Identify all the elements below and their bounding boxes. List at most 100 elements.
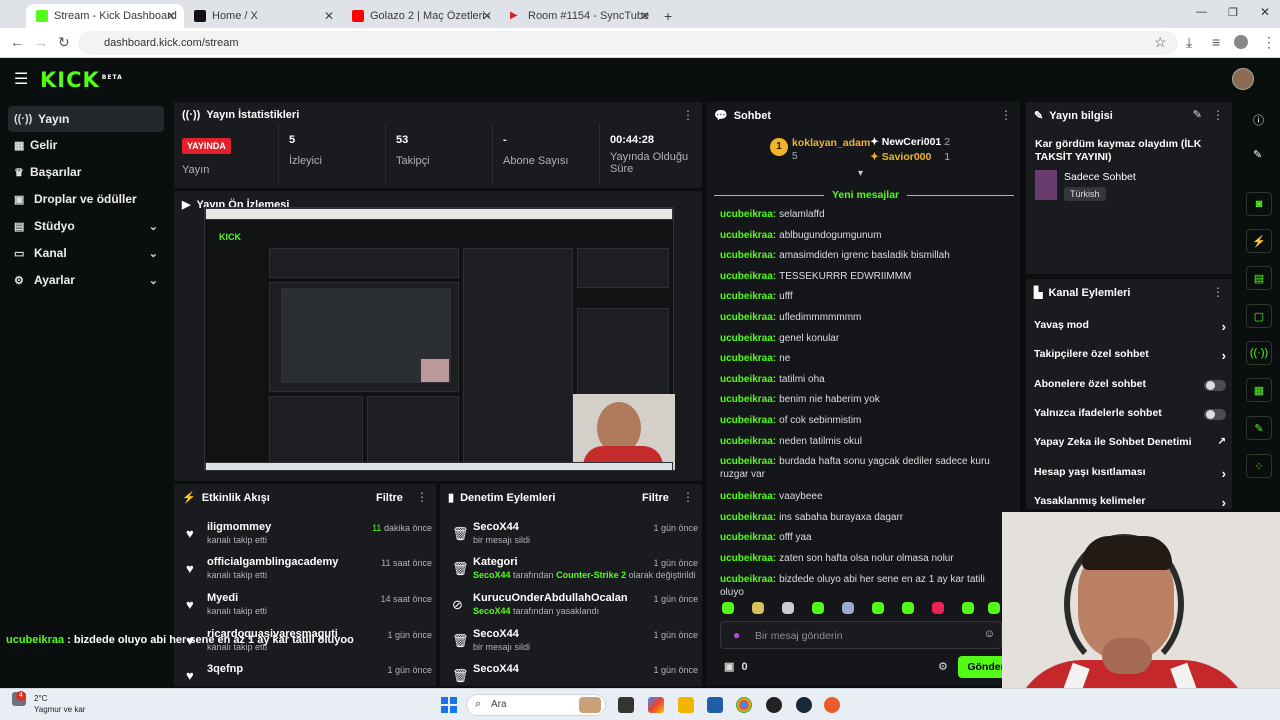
chat-message[interactable]: ucubeikraa: offf yaa (720, 531, 1000, 544)
user-avatar[interactable] (1232, 68, 1254, 90)
info-icon[interactable]: ⓘ (1253, 112, 1264, 128)
chat-username[interactable]: ucubeikraa: (720, 250, 776, 261)
channel-action-followers-only[interactable]: Takipçilere özel sohbet › (1034, 348, 1226, 368)
kick-logo[interactable]: KICK BETA (40, 68, 123, 92)
browser-tab-synctube[interactable]: ▶ Room #1154 - SyncTube ✕ (500, 4, 658, 28)
more-menu-icon[interactable]: ⋮ (416, 490, 428, 504)
back-icon[interactable]: ← (10, 34, 24, 50)
chat-username[interactable]: ucubeikraa: (720, 394, 776, 405)
new-tab-button[interactable]: + (660, 4, 682, 28)
close-icon[interactable]: ✕ (324, 9, 334, 23)
chat-message[interactable]: ucubeikraa: ufledimmmmmmm (720, 311, 1000, 324)
chat-username[interactable]: ucubeikraa: (720, 436, 776, 447)
leaderboard-entry[interactable]: ✦ NewCeri001 2 (870, 136, 950, 148)
chat-username[interactable]: ucubeikraa: (720, 415, 776, 426)
chat-username[interactable]: ucubeikraa: (720, 456, 776, 467)
list-item[interactable]: 🗑 Kategori SecoX44 tarafından Counter-St… (448, 555, 698, 589)
pin-icon[interactable]: ▾ (858, 168, 863, 179)
rail-layout-button[interactable]: ▦ (1246, 378, 1272, 402)
emote-icon[interactable] (932, 602, 944, 614)
channel-action-banned-words[interactable]: Yasaklanmış kelimeler › (1034, 495, 1226, 509)
emote-icon[interactable] (902, 602, 914, 614)
more-menu-icon[interactable]: ⋮ (1212, 285, 1224, 299)
chat-username[interactable]: ucubeikraa: (720, 291, 776, 302)
leaderboard-entry[interactable]: ✦ Savior000 1 (870, 151, 950, 163)
chat-message[interactable]: ucubeikraa: neden tatilmis okul (720, 435, 1000, 448)
chrome-icon[interactable] (736, 697, 752, 713)
close-icon[interactable]: ✕ (640, 9, 650, 23)
list-item[interactable]: ♥ iligmommey kanalı takip etti 11 dakika… (182, 520, 432, 554)
browser-tab-x[interactable]: Home / X ✕ (184, 4, 342, 28)
chat-username[interactable]: ucubeikraa: (720, 271, 776, 282)
chat-message[interactable]: ucubeikraa: ablbugundogumgunum (720, 229, 1000, 242)
emote-icon[interactable] (842, 602, 854, 614)
emoji-icon[interactable]: ☺ (984, 628, 995, 640)
channel-action-emotes-only[interactable]: Yalnızca ifadelerle sohbet (1034, 407, 1226, 427)
chat-input[interactable]: ● Bir mesaj gönderin ☺ (720, 621, 1002, 649)
sidebar-item-basarilar[interactable]: ♛ Başarılar (8, 159, 164, 185)
emote-icon[interactable] (812, 602, 824, 614)
channel-action-account-age[interactable]: Hesap yaşı kısıtlaması › (1034, 466, 1226, 486)
category-name[interactable]: Sadece Sohbet (1064, 171, 1136, 183)
chat-username[interactable]: ucubeikraa: (720, 512, 776, 523)
emotes-only-toggle[interactable] (1204, 409, 1226, 420)
window-minimize-icon[interactable]: — (1196, 6, 1207, 18)
points-display[interactable]: ▣ 0 (724, 660, 748, 673)
chat-username[interactable]: ucubeikraa: (720, 312, 776, 323)
list-item[interactable]: 🗑 SecoX44 1 gün önce (448, 662, 698, 683)
chat-username[interactable]: ucubeikraa: (720, 491, 776, 502)
bookmark-star-icon[interactable]: ☆ (1154, 34, 1167, 51)
more-menu-icon[interactable]: ⋮ (682, 490, 694, 504)
chat-message[interactable]: ucubeikraa: vaaybeee (720, 490, 1000, 503)
chat-settings-gear-icon[interactable]: ⚙ (938, 660, 948, 673)
chat-username[interactable]: ucubeikraa: (720, 230, 776, 241)
close-icon[interactable]: ✕ (166, 9, 176, 23)
emote-icon[interactable] (782, 602, 794, 614)
chat-message[interactable]: ucubeikraa: bizdede oluyo abi her sene en… (720, 573, 1000, 599)
rail-chat-button[interactable]: ▢ (1246, 304, 1272, 328)
rail-lightning-button[interactable]: ⚡ (1246, 229, 1272, 253)
reading-list-icon[interactable]: ≡ (1212, 34, 1220, 50)
emote-icon[interactable] (872, 602, 884, 614)
chat-message[interactable]: ucubeikraa: benim nie haberim yok (720, 393, 1000, 406)
list-item[interactable]: ♥ officialgamblingacademy kanalı takip e… (182, 555, 432, 589)
chat-message[interactable]: ucubeikraa: selamlaffd (720, 208, 1000, 221)
emote-icon[interactable] (722, 602, 734, 614)
task-view-icon[interactable] (618, 697, 634, 713)
windows-start-icon[interactable] (441, 697, 457, 713)
chat-username[interactable]: ucubeikraa: (720, 333, 776, 344)
emote-icon[interactable] (962, 602, 974, 614)
chat-username[interactable]: ucubeikraa: (720, 574, 776, 585)
channel-action-ai-moderation[interactable]: Yapay Zeka ile Sohbet Denetimi ↗ (1034, 436, 1226, 456)
window-close-icon[interactable]: ✕ (1260, 5, 1270, 19)
obs-icon[interactable] (766, 697, 782, 713)
hamburger-menu-icon[interactable]: ☰ (14, 69, 28, 89)
list-item[interactable]: ♥ 3qefnp 1 gün önce (182, 662, 432, 683)
edit-pencil-icon[interactable]: ✎ (1193, 108, 1202, 121)
chat-message[interactable]: ucubeikraa: ufff (720, 290, 1000, 303)
chat-message[interactable]: ucubeikraa: tatilmi oha (720, 373, 1000, 386)
chat-message[interactable]: ucubeikraa: amasimdiden igrenc basladik b… (720, 249, 1000, 262)
chat-username[interactable]: ucubeikraa: (720, 374, 776, 385)
url-input[interactable]: dashboard.kick.com/stream (78, 31, 1178, 55)
download-icon[interactable]: ⤓ (1186, 34, 1192, 51)
close-icon[interactable]: ✕ (482, 9, 492, 23)
chat-username[interactable]: ucubeikraa: (720, 553, 776, 564)
chat-message[interactable]: ucubeikraa: of cok sebinmistim (720, 414, 1000, 427)
chat-message[interactable]: ucubeikraa: genel konular (720, 332, 1000, 345)
channel-action-subscribers-only[interactable]: Abonelere özel sohbet (1034, 378, 1226, 398)
sidebar-item-gelir[interactable]: ▦ Gelir (8, 132, 164, 158)
sidebar-item-kanal[interactable]: ▭ Kanal ⌄ (8, 240, 164, 266)
window-restore-icon[interactable]: ❐ (1228, 6, 1238, 19)
rail-broadcast-button[interactable]: ((·)) (1246, 341, 1272, 365)
pencil-icon[interactable]: ✎ (1253, 148, 1262, 161)
list-item[interactable]: ⊘ KurucuOnderAbdullahOcalan SecoX44 tara… (448, 591, 698, 625)
browser-menu-icon[interactable]: ⋮ (1262, 34, 1276, 51)
more-menu-icon[interactable]: ⋮ (682, 108, 694, 122)
ea-app-icon[interactable] (824, 697, 840, 713)
sidebar-item-ayarlar[interactable]: ⚙ Ayarlar ⌄ (8, 267, 164, 293)
channel-action-slow-mode[interactable]: Yavaş mod › (1034, 319, 1226, 339)
rail-tools-button[interactable]: ✎ (1246, 416, 1272, 440)
chat-username[interactable]: ucubeikraa: (720, 532, 776, 543)
chat-username[interactable]: ucubeikraa: (720, 209, 776, 220)
